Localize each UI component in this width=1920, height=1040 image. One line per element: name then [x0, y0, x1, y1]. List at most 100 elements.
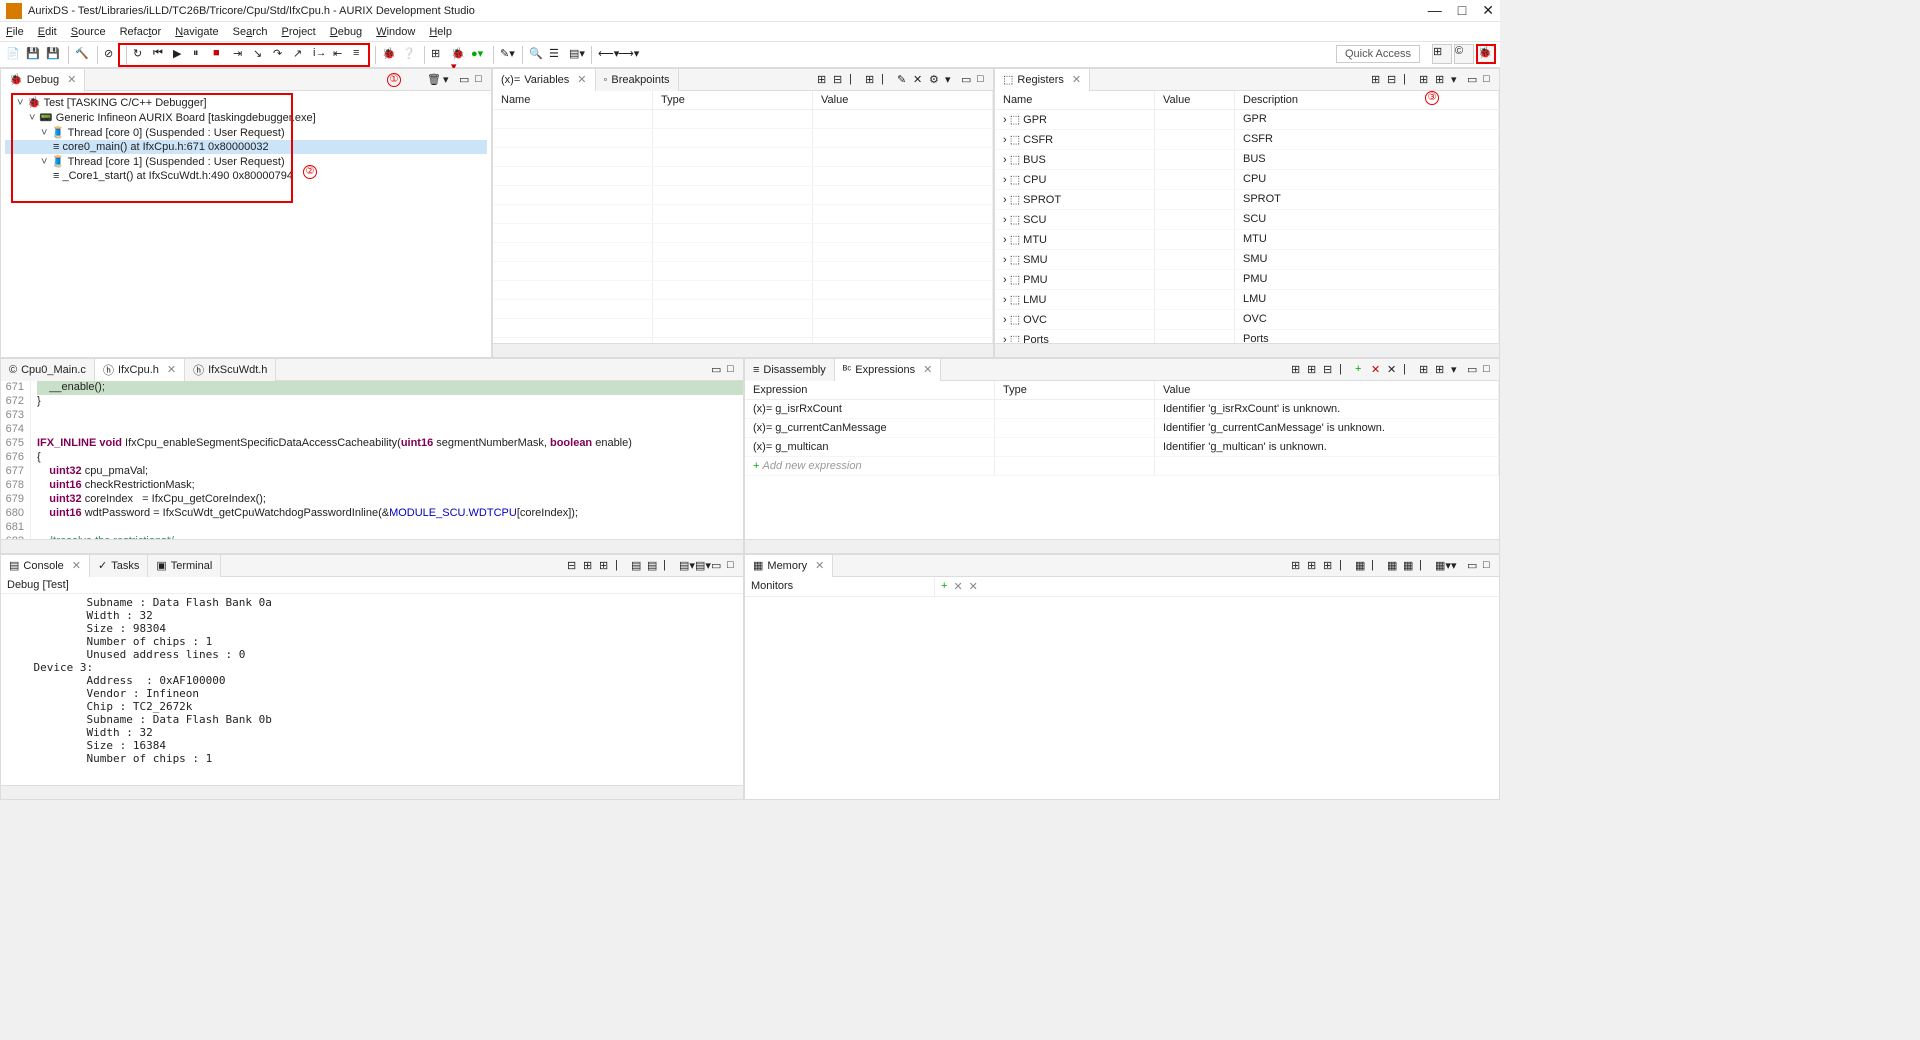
- register-row[interactable]: › ⬚ MTUMTU: [995, 230, 1499, 250]
- menu-window[interactable]: Window: [376, 26, 415, 38]
- remove-all-monitors-icon[interactable]: ✕: [969, 580, 978, 593]
- menu-refactor[interactable]: Refactor: [120, 26, 162, 38]
- runlaunch-icon[interactable]: 🐞▾: [451, 47, 467, 63]
- close-button[interactable]: ✕: [1482, 2, 1494, 19]
- maximize-button[interactable]: □: [1458, 2, 1466, 19]
- tab-console[interactable]: ▤ Console ✕: [1, 555, 90, 577]
- tab-debug[interactable]: 🐞 Debug ✕: [1, 69, 85, 91]
- save-all-icon[interactable]: 💾: [46, 47, 62, 63]
- show-type-icon[interactable]: ⊞: [817, 73, 831, 87]
- col-value[interactable]: Value: [813, 91, 993, 109]
- variable-toggle-icon[interactable]: ⊞: [431, 47, 447, 63]
- menu-edit[interactable]: Edit: [38, 26, 57, 38]
- debug-perspective-icon[interactable]: 🐞: [1476, 44, 1496, 64]
- expr-col-type[interactable]: Type: [995, 381, 1155, 399]
- minimize-button[interactable]: —: [1428, 2, 1442, 19]
- menu-project[interactable]: Project: [282, 26, 316, 38]
- tab-ifxcpu[interactable]: ⓗ IfxCpu.h ✕: [95, 359, 185, 381]
- restart-icon[interactable]: ↻: [133, 47, 149, 63]
- debug-launch-icon[interactable]: 🐞: [382, 47, 398, 63]
- register-row[interactable]: › ⬚ SMUSMU: [995, 250, 1499, 270]
- tab-memory[interactable]: ▦ Memory ✕: [745, 555, 833, 577]
- register-row[interactable]: › ⬚ GPRGPR: [995, 110, 1499, 130]
- quick-access[interactable]: Quick Access: [1336, 45, 1420, 63]
- step-into-icon[interactable]: ↘: [253, 47, 269, 63]
- step-return-icon[interactable]: ↗: [293, 47, 309, 63]
- skip-breakpoints-icon[interactable]: ⊘: [104, 47, 120, 63]
- run-icon[interactable]: ●▾: [471, 47, 487, 63]
- maximize-view-icon[interactable]: □: [475, 73, 489, 87]
- register-row[interactable]: › ⬚ PortsPorts: [995, 330, 1499, 343]
- stack-frame-core0[interactable]: ≡ core0_main() at IfxCpu.h:671 0x8000003…: [5, 140, 487, 154]
- menu-navigate[interactable]: Navigate: [175, 26, 218, 38]
- drop-to-frame-icon[interactable]: ⇤: [333, 47, 349, 63]
- register-row[interactable]: › ⬚ LMULMU: [995, 290, 1499, 310]
- search-icon[interactable]: 🔍: [529, 47, 545, 63]
- tab-expressions[interactable]: ᴮᶜ Expressions ✕: [835, 359, 942, 381]
- col-name[interactable]: Name: [493, 91, 653, 109]
- tab-disassembly[interactable]: ≡ Disassembly: [745, 359, 835, 381]
- menu-source[interactable]: Source: [71, 26, 106, 38]
- expression-row[interactable]: (x)= g_isrRxCountIdentifier 'g_isrRxCoun…: [745, 400, 1499, 419]
- registers-body[interactable]: › ⬚ GPRGPR› ⬚ CSFRCSFR› ⬚ BUSBUS› ⬚ CPUC…: [995, 110, 1499, 343]
- register-row[interactable]: › ⬚ CPUCPU: [995, 170, 1499, 190]
- tab-tasks[interactable]: ✓ Tasks: [90, 555, 148, 577]
- build-icon[interactable]: 🔨: [75, 47, 91, 63]
- reg-col-desc[interactable]: Description: [1235, 91, 1499, 109]
- register-row[interactable]: › ⬚ BUSBUS: [995, 150, 1499, 170]
- add-monitor-icon[interactable]: +: [941, 580, 947, 593]
- register-row[interactable]: › ⬚ CSFRCSFR: [995, 130, 1499, 150]
- terminate-icon[interactable]: ■: [213, 47, 229, 63]
- expression-row[interactable]: (x)= g_currentCanMessageIdentifier 'g_cu…: [745, 419, 1499, 438]
- step-filters-icon[interactable]: ≡: [353, 47, 369, 63]
- resume-reverse-icon[interactable]: ⏮: [153, 47, 169, 63]
- monitors-label: Monitors: [745, 577, 935, 596]
- cpp-perspective-icon[interactable]: ©: [1454, 44, 1474, 64]
- open-perspective-icon[interactable]: ⊞: [1432, 44, 1452, 64]
- expr-col-expr[interactable]: Expression: [745, 381, 995, 399]
- tab-ifxscuwdt[interactable]: ⓗ IfxScuWdt.h: [185, 359, 276, 381]
- suspend-icon[interactable]: ⏸: [193, 47, 209, 63]
- menu-debug[interactable]: Debug: [330, 26, 362, 38]
- stack-frame-core1[interactable]: ≡ _Core1_start() at IfxScuWdt.h:490 0x80…: [5, 169, 487, 183]
- console-output[interactable]: Subname : Data Flash Bank 0a Width : 32 …: [1, 594, 743, 785]
- menu-file[interactable]: File: [6, 26, 24, 38]
- expressions-body[interactable]: (x)= g_isrRxCountIdentifier 'g_isrRxCoun…: [745, 400, 1499, 539]
- tab-breakpoints[interactable]: ◦ Breakpoints: [596, 69, 679, 91]
- pencil-icon[interactable]: ✎▾: [500, 47, 516, 63]
- disconnect-icon[interactable]: ⇥: [233, 47, 249, 63]
- save-icon[interactable]: 💾: [26, 47, 42, 63]
- remove-terminated-icon[interactable]: 🗑: [427, 73, 441, 87]
- collapse-all-icon[interactable]: ⊟: [833, 73, 847, 87]
- tab-registers[interactable]: ⬚ Registers ✕: [995, 69, 1090, 91]
- menu-help[interactable]: Help: [429, 26, 452, 38]
- forward-icon[interactable]: ⟶▾: [618, 47, 634, 63]
- step-over-icon[interactable]: ↷: [273, 47, 289, 63]
- reg-col-value[interactable]: Value: [1155, 91, 1235, 109]
- tab-variables[interactable]: (x)= Variables ✕: [493, 69, 596, 91]
- minimize-view-icon[interactable]: ▭: [459, 73, 473, 87]
- new-icon[interactable]: 📄: [6, 47, 22, 63]
- remove-monitor-icon[interactable]: ✕: [953, 580, 962, 593]
- debug-tree[interactable]: ˅🐞 Test [TASKING C/C++ Debugger] ˅📟 Gene…: [1, 91, 491, 187]
- menu-search[interactable]: Search: [233, 26, 268, 38]
- expr-col-value[interactable]: Value: [1155, 381, 1499, 399]
- register-row[interactable]: › ⬚ SCUSCU: [995, 210, 1499, 230]
- instruction-step-icon[interactable]: i→: [313, 47, 329, 63]
- reg-col-name[interactable]: Name: [995, 91, 1155, 109]
- outline-icon[interactable]: ☰: [549, 47, 565, 63]
- toggle-icon[interactable]: ▤▾: [569, 47, 585, 63]
- back-icon[interactable]: ⟵▾: [598, 47, 614, 63]
- resume-icon[interactable]: ▶: [173, 47, 189, 63]
- col-type[interactable]: Type: [653, 91, 813, 109]
- code-body[interactable]: __enable();}IFX_INLINE void IfxCpu_enabl…: [31, 381, 743, 539]
- annotation-1: ①: [387, 73, 401, 87]
- help-icon[interactable]: ❔: [402, 47, 418, 63]
- expression-row[interactable]: (x)= g_multicanIdentifier 'g_multican' i…: [745, 438, 1499, 457]
- register-row[interactable]: › ⬚ SPROTSPROT: [995, 190, 1499, 210]
- tab-cpu0main[interactable]: © Cpu0_Main.c: [1, 359, 95, 381]
- register-row[interactable]: › ⬚ PMUPMU: [995, 270, 1499, 290]
- add-expression-row[interactable]: + Add new expression: [745, 457, 1499, 476]
- register-row[interactable]: › ⬚ OVCOVC: [995, 310, 1499, 330]
- tab-terminal[interactable]: ▣ Terminal: [148, 555, 221, 577]
